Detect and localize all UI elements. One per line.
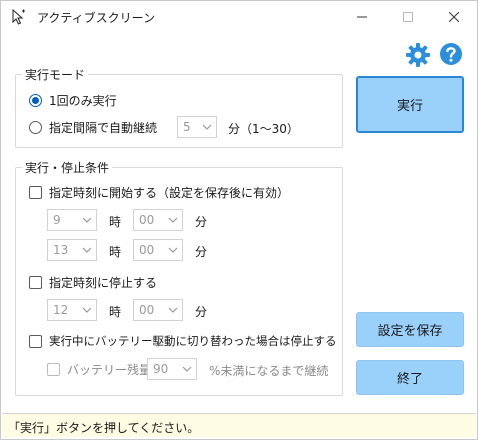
chevron-down-icon bbox=[182, 366, 192, 372]
start-at-time-checkbox-row[interactable]: 指定時刻に開始する（設定を保存後に有効） bbox=[29, 184, 289, 201]
hour-unit-label: 時 bbox=[109, 245, 122, 259]
chevron-down-icon bbox=[168, 307, 178, 313]
run-button-label: 実行 bbox=[396, 99, 423, 114]
interval-minutes-value: 5 bbox=[183, 120, 191, 134]
hour-unit-label: 時 bbox=[109, 215, 122, 229]
radio-auto-repeat-indicator[interactable] bbox=[29, 121, 42, 134]
exit-button-label: 終了 bbox=[396, 372, 423, 387]
radio-auto-repeat-label: 指定間隔で自動継続 bbox=[49, 121, 158, 135]
radio-run-once[interactable]: 1回のみ実行 bbox=[29, 92, 117, 109]
start-at-time-checkbox[interactable] bbox=[29, 186, 42, 199]
chevron-down-icon bbox=[168, 217, 178, 223]
gear-icon[interactable] bbox=[405, 42, 431, 68]
title-bar[interactable]: アクティブスクリーン bbox=[1, 1, 477, 33]
maximize-button[interactable] bbox=[387, 1, 429, 33]
save-settings-button-label: 設定を保存 bbox=[377, 324, 443, 339]
run-stop-conditions-legend: 実行・停止条件 bbox=[25, 161, 110, 175]
start-minute-1-value: 00 bbox=[139, 213, 155, 227]
start-hour-1-select[interactable]: 9 bbox=[47, 209, 97, 231]
stop-hour-select[interactable]: 12 bbox=[47, 299, 97, 321]
battery-stop-label: 実行中にバッテリー駆動に切り替わった場合は停止する bbox=[49, 334, 337, 348]
start-hour-2-select[interactable]: 13 bbox=[47, 239, 97, 261]
execution-mode-legend: 実行モード bbox=[25, 68, 86, 82]
interval-unit-label: 分（1〜30） bbox=[228, 122, 299, 136]
minute-unit-label: 分 bbox=[195, 305, 208, 319]
chevron-down-icon bbox=[82, 247, 92, 253]
radio-run-once-label: 1回のみ実行 bbox=[49, 94, 117, 108]
stop-minute-select[interactable]: 00 bbox=[133, 299, 183, 321]
minimize-icon bbox=[357, 16, 367, 18]
exit-button[interactable]: 終了 bbox=[356, 360, 464, 395]
start-at-time-label: 指定時刻に開始する（設定を保存後に有効） bbox=[49, 186, 290, 200]
close-icon bbox=[449, 12, 459, 22]
battery-stop-checkbox-row[interactable]: 実行中にバッテリー駆動に切り替わった場合は停止する bbox=[29, 333, 337, 349]
close-button[interactable] bbox=[433, 1, 475, 33]
app-window: アクティブスクリーン 実行モード 1回のみ実行 指定間隔で自動継続 5 分（1〜… bbox=[0, 0, 478, 440]
battery-remaining-select[interactable]: 90 bbox=[147, 358, 197, 380]
start-hour-2-value: 13 bbox=[53, 243, 69, 257]
stop-at-time-checkbox-row[interactable]: 指定時刻に停止する bbox=[29, 274, 157, 291]
interval-minutes-select[interactable]: 5 bbox=[177, 116, 217, 138]
status-bar: 「実行」ボタンを押してください。 bbox=[2, 413, 476, 437]
start-minute-2-select[interactable]: 00 bbox=[133, 239, 183, 261]
stop-at-time-checkbox[interactable] bbox=[29, 276, 42, 289]
battery-remaining-checkbox[interactable] bbox=[47, 363, 60, 376]
minute-unit-label: 分 bbox=[195, 245, 208, 259]
stop-at-time-label: 指定時刻に停止する bbox=[49, 276, 158, 290]
stop-hour-value: 12 bbox=[53, 303, 69, 317]
hour-unit-label: 時 bbox=[109, 305, 122, 319]
minute-unit-label: 分 bbox=[195, 215, 208, 229]
help-icon[interactable] bbox=[439, 42, 463, 66]
window-title: アクティブスクリーン bbox=[37, 11, 156, 25]
chevron-down-icon bbox=[168, 247, 178, 253]
chevron-down-icon bbox=[82, 307, 92, 313]
start-minute-2-value: 00 bbox=[139, 243, 155, 257]
battery-remaining-value: 90 bbox=[153, 362, 169, 376]
minimize-button[interactable] bbox=[341, 1, 383, 33]
radio-run-once-indicator[interactable] bbox=[29, 94, 42, 107]
chevron-down-icon bbox=[202, 124, 212, 130]
radio-auto-repeat[interactable]: 指定間隔で自動継続 bbox=[29, 119, 157, 136]
run-button[interactable]: 実行 bbox=[356, 76, 464, 133]
maximize-icon bbox=[403, 12, 413, 22]
save-settings-button[interactable]: 設定を保存 bbox=[356, 312, 464, 347]
battery-stop-checkbox[interactable] bbox=[29, 334, 42, 348]
app-cursor-icon bbox=[12, 9, 25, 25]
start-minute-1-select[interactable]: 00 bbox=[133, 209, 183, 231]
battery-remaining-checkbox-row[interactable]: バッテリー残量が bbox=[47, 361, 163, 378]
status-message: 「実行」ボタンを押してください。 bbox=[8, 421, 200, 435]
chevron-down-icon bbox=[82, 217, 92, 223]
start-hour-1-value: 9 bbox=[53, 213, 61, 227]
battery-remaining-suffix: %未満になるまで継続 bbox=[209, 364, 329, 378]
stop-minute-value: 00 bbox=[139, 303, 155, 317]
